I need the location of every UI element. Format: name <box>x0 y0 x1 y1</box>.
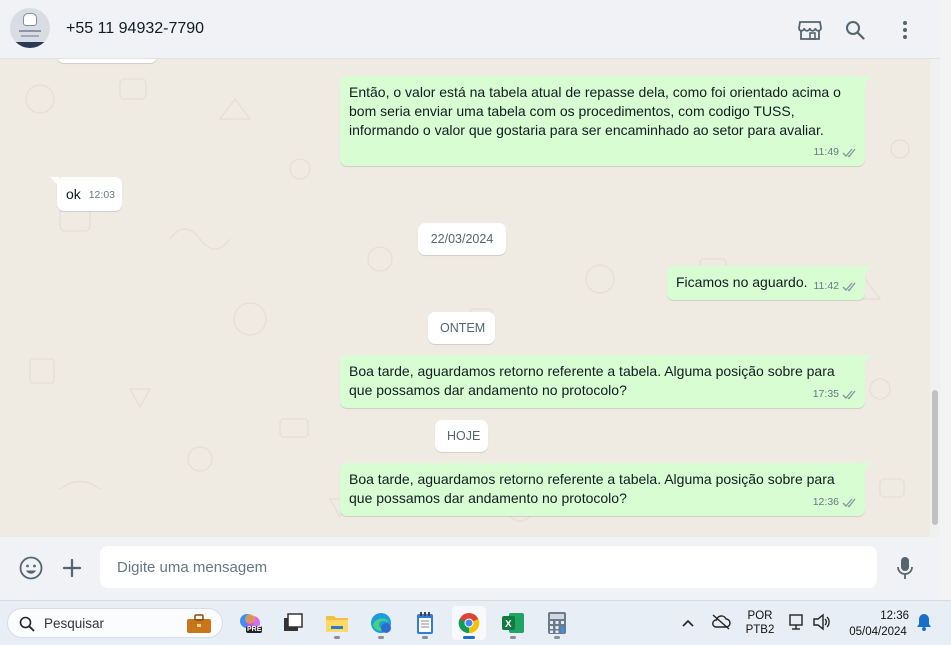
plus-icon[interactable] <box>59 555 85 581</box>
message-time: 11:42 <box>813 280 840 292</box>
partial-incoming-bubble <box>57 59 157 63</box>
file-explorer-icon[interactable] <box>320 606 354 640</box>
windows-taskbar: Pesquisar PRE X POR PTB2 12:36 05/04/202… <box>0 600 951 645</box>
date-separator: ONTEM <box>428 312 495 344</box>
chat-scrollbar-thumb[interactable] <box>932 390 938 525</box>
outgoing-message[interactable]: Então, o valor está na tabela atual de r… <box>340 76 872 166</box>
message-time: 12:03 <box>88 189 115 201</box>
outgoing-message[interactable]: Boa tarde, aguardamos retorno referente … <box>340 463 872 516</box>
edge-icon[interactable] <box>364 606 398 640</box>
notepad-icon[interactable] <box>408 606 442 640</box>
message-composer <box>0 537 940 600</box>
message-meta: 12:36 <box>813 493 858 512</box>
read-ticks-icon <box>842 390 856 399</box>
contact-avatar[interactable] <box>10 8 50 48</box>
message-time: 11:49 <box>813 146 840 158</box>
message-meta: 17:35 <box>813 385 858 404</box>
notification-bell-icon[interactable] <box>916 613 932 636</box>
chat-header: +55 11 94932-7790 <box>0 0 940 59</box>
outgoing-message[interactable]: Ficamos no aguardo. 11:42 <box>667 266 872 300</box>
message-meta: 11:42 <box>814 277 859 296</box>
date-separator: HOJE <box>435 420 488 452</box>
read-ticks-icon <box>842 148 856 157</box>
svg-text:X: X <box>505 619 512 630</box>
chrome-icon[interactable] <box>452 606 486 640</box>
microphone-icon[interactable] <box>892 555 918 581</box>
calculator-icon[interactable] <box>540 606 574 640</box>
volume-icon[interactable] <box>812 613 832 636</box>
task-view-icon[interactable] <box>276 606 310 640</box>
message-meta: 12:03 <box>89 186 115 205</box>
search-icon[interactable] <box>842 17 868 43</box>
message-text: Boa tarde, aguardamos retorno referente … <box>349 471 835 506</box>
incoming-message[interactable]: ok 12:03 <box>50 177 122 211</box>
tooth-logo-icon <box>23 13 37 26</box>
excel-icon[interactable]: X <box>496 606 530 640</box>
onedrive-offline-icon[interactable] <box>711 613 731 636</box>
window-edge <box>940 0 951 600</box>
message-time: 17:35 <box>812 388 839 400</box>
taskbar-search[interactable]: Pesquisar <box>7 608 223 638</box>
copilot-icon[interactable]: PRE <box>233 606 267 640</box>
chevron-up-icon[interactable] <box>681 615 695 633</box>
system-clock[interactable]: 12:36 05/04/2024 <box>843 609 913 639</box>
store-icon[interactable] <box>797 17 823 43</box>
date-separator: 22/03/2024 <box>418 223 506 255</box>
emoji-icon[interactable] <box>18 555 44 581</box>
message-input[interactable] <box>100 546 877 588</box>
briefcase-icon <box>187 614 211 633</box>
message-time: 12:36 <box>812 496 839 508</box>
more-vertical-icon[interactable] <box>892 17 918 43</box>
read-ticks-icon <box>842 282 856 291</box>
read-ticks-icon <box>842 498 856 507</box>
contact-name[interactable]: +55 11 94932-7790 <box>66 20 204 38</box>
language-indicator[interactable]: POR PTB2 <box>744 609 776 637</box>
message-text: Então, o valor está na tabela atual de r… <box>349 84 841 138</box>
chat-messages-area[interactable]: Então, o valor está na tabela atual de r… <box>0 59 930 537</box>
search-icon <box>19 616 35 632</box>
outgoing-message[interactable]: Boa tarde, aguardamos retorno referente … <box>340 355 872 408</box>
copilot-badge: PRE <box>246 626 263 633</box>
message-meta: 11:49 <box>814 143 859 162</box>
taskbar-search-label: Pesquisar <box>44 616 105 631</box>
network-icon[interactable] <box>788 613 806 636</box>
message-text: Boa tarde, aguardamos retorno referente … <box>349 363 835 398</box>
